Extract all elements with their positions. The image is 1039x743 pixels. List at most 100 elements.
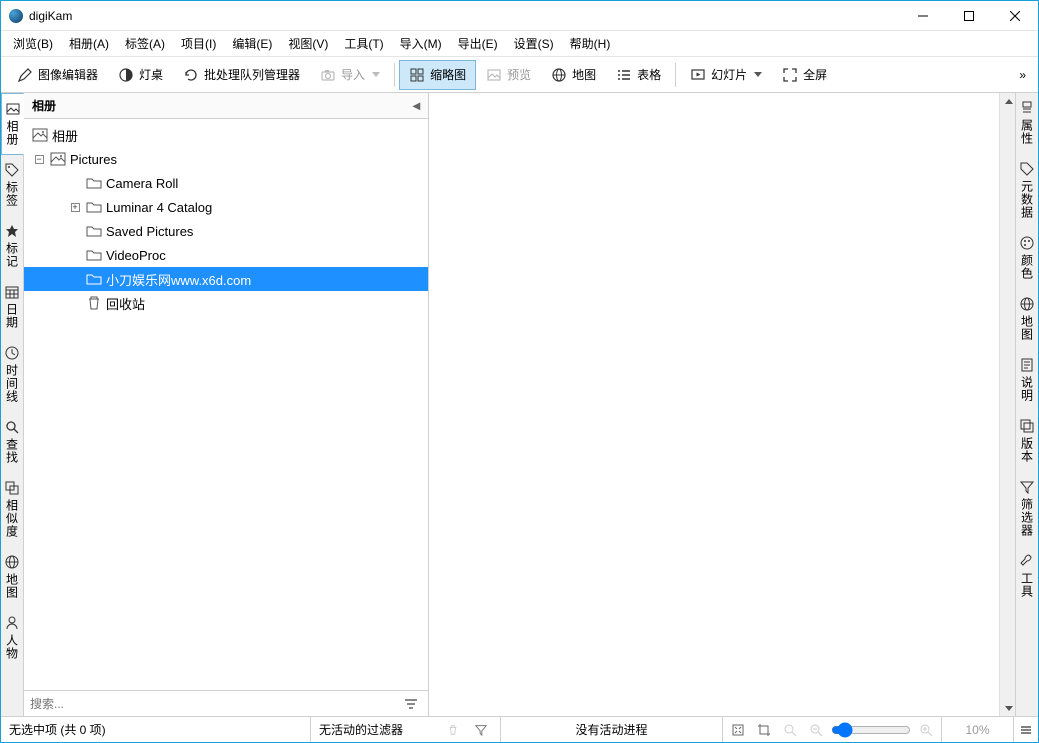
menu-settings[interactable]: 设置(S) bbox=[506, 31, 562, 56]
tree-expand-toggle[interactable]: + bbox=[71, 203, 80, 212]
lt-date[interactable]: 日期 bbox=[1, 277, 23, 338]
rt-colors[interactable]: 颜色 bbox=[1016, 228, 1038, 289]
rt-properties[interactable]: 属性 bbox=[1016, 93, 1038, 154]
lt-map[interactable]: 地图 bbox=[1, 547, 23, 608]
toolbar-separator bbox=[394, 63, 395, 87]
tb-table[interactable]: 表格 bbox=[606, 60, 671, 90]
tree-collapse-toggle[interactable]: − bbox=[35, 155, 44, 164]
tb-table-label: 表格 bbox=[637, 66, 661, 83]
scroll-up-button[interactable] bbox=[1000, 93, 1015, 109]
zoom-in-button[interactable] bbox=[915, 719, 937, 741]
search-options-button[interactable] bbox=[400, 697, 422, 711]
vertical-scrollbar[interactable] bbox=[999, 93, 1015, 716]
menu-items[interactable]: 项目(I) bbox=[173, 31, 224, 56]
wrench-icon bbox=[1020, 554, 1034, 568]
thumbnail-canvas[interactable] bbox=[429, 93, 999, 716]
lt-similar[interactable]: 相似度 bbox=[1, 473, 23, 547]
tb-import[interactable]: 导入 bbox=[310, 60, 390, 90]
image-icon bbox=[486, 67, 502, 83]
scroll-down-button[interactable] bbox=[1000, 700, 1015, 716]
zoom-fit-button[interactable] bbox=[727, 719, 749, 741]
folder-icon bbox=[86, 247, 102, 263]
lt-people[interactable]: 人物 bbox=[1, 608, 23, 669]
lt-album[interactable]: 相册 bbox=[1, 93, 24, 155]
tag-icon bbox=[5, 163, 19, 177]
zoom-out-button[interactable] bbox=[805, 719, 827, 741]
rt-caption[interactable]: 说明 bbox=[1016, 350, 1038, 411]
menu-help[interactable]: 帮助(H) bbox=[562, 31, 619, 56]
menu-export[interactable]: 导出(E) bbox=[450, 31, 506, 56]
tb-import-label: 导入 bbox=[341, 66, 365, 83]
sb-filter: 无活动的过滤器 bbox=[311, 717, 501, 742]
menu-tools[interactable]: 工具(T) bbox=[336, 31, 391, 56]
grid-icon bbox=[409, 67, 425, 83]
filter-funnel-button[interactable] bbox=[470, 719, 492, 741]
menu-edit[interactable]: 编辑(E) bbox=[224, 31, 280, 56]
info-icon bbox=[1020, 101, 1034, 115]
folder-icon bbox=[86, 199, 102, 215]
toolbar-separator bbox=[675, 63, 676, 87]
tb-preview[interactable]: 预览 bbox=[476, 60, 541, 90]
menu-tags[interactable]: 标签(A) bbox=[117, 31, 173, 56]
rt-metadata[interactable]: 元数据 bbox=[1016, 154, 1038, 228]
toolbar-overflow[interactable]: » bbox=[1013, 64, 1032, 86]
image-icon bbox=[32, 127, 48, 143]
sb-selection: 无选中项 (共 0 项) bbox=[1, 717, 311, 742]
tb-fullscreen[interactable]: 全屏 bbox=[772, 60, 837, 90]
sb-progress: 没有活动进程 bbox=[501, 717, 723, 742]
statusbar: 无选中项 (共 0 项) 无活动的过滤器 没有活动进程 10% bbox=[1, 716, 1038, 742]
image-icon bbox=[50, 151, 66, 167]
calendar-icon bbox=[5, 285, 19, 299]
tree-label: 回收站 bbox=[106, 294, 145, 313]
menu-import[interactable]: 导入(M) bbox=[392, 31, 450, 56]
list-icon bbox=[616, 67, 632, 83]
tree-item-trash[interactable]: 回收站 bbox=[24, 291, 428, 315]
lt-tags[interactable]: 标签 bbox=[1, 155, 23, 216]
tb-batch[interactable]: 批处理队列管理器 bbox=[173, 60, 310, 90]
tb-image-editor[interactable]: 图像编辑器 bbox=[7, 60, 108, 90]
lt-search[interactable]: 查找 bbox=[1, 412, 23, 473]
tb-light-table[interactable]: 灯桌 bbox=[108, 60, 173, 90]
panel-collapse-button[interactable]: ◂ bbox=[413, 97, 420, 114]
zoom-crop-button[interactable] bbox=[753, 719, 775, 741]
menu-view[interactable]: 视图(V) bbox=[280, 31, 336, 56]
tree-item-videoproc[interactable]: VideoProc bbox=[24, 243, 428, 267]
tb-thumbnails[interactable]: 缩略图 bbox=[399, 60, 476, 90]
tb-slideshow[interactable]: 幻灯片 bbox=[680, 60, 772, 90]
tree-search-input[interactable] bbox=[30, 693, 400, 715]
menu-browse[interactable]: 浏览(B) bbox=[5, 31, 61, 56]
rt-versions[interactable]: 版本 bbox=[1016, 411, 1038, 472]
tree-root-album[interactable]: 相册 bbox=[24, 123, 428, 147]
funnel-icon bbox=[1020, 480, 1034, 494]
tree-pictures[interactable]: − Pictures bbox=[24, 147, 428, 171]
rt-tools[interactable]: 工具 bbox=[1016, 546, 1038, 607]
lt-mark[interactable]: 标记 bbox=[1, 216, 23, 277]
tree-item-x6d[interactable]: 小刀娱乐网www.x6d.com bbox=[24, 267, 428, 291]
filter-clear-button[interactable] bbox=[442, 719, 464, 741]
rt-map[interactable]: 地图 bbox=[1016, 289, 1038, 350]
tb-batch-label: 批处理队列管理器 bbox=[204, 66, 300, 83]
maximize-button[interactable] bbox=[946, 1, 992, 31]
sb-menu-button[interactable] bbox=[1014, 717, 1038, 742]
rt-filters[interactable]: 筛选器 bbox=[1016, 472, 1038, 546]
sb-zoom-controls bbox=[723, 717, 942, 742]
palette-icon bbox=[1020, 236, 1034, 250]
search-icon bbox=[5, 420, 19, 434]
tree-item-camera-roll[interactable]: Camera Roll bbox=[24, 171, 428, 195]
camera-icon bbox=[320, 67, 336, 83]
tree-label: Pictures bbox=[70, 152, 117, 167]
tree-item-luminar[interactable]: + Luminar 4 Catalog bbox=[24, 195, 428, 219]
toolbar: 图像编辑器 灯桌 批处理队列管理器 导入 缩略图 预览 地图 表格 幻灯片 全屏… bbox=[1, 57, 1038, 93]
image-icon bbox=[6, 102, 20, 116]
menu-album[interactable]: 相册(A) bbox=[61, 31, 117, 56]
zoom-slider[interactable] bbox=[831, 722, 911, 738]
lt-timeline[interactable]: 时间线 bbox=[1, 338, 23, 412]
panel-title: 相册 bbox=[32, 97, 56, 114]
tb-map[interactable]: 地图 bbox=[541, 60, 606, 90]
right-sidebar-tabs: 属性 元数据 颜色 地图 说明 版本 筛选器 工具 bbox=[1015, 93, 1038, 716]
globe-icon bbox=[5, 555, 19, 569]
tree-item-saved[interactable]: Saved Pictures bbox=[24, 219, 428, 243]
close-button[interactable] bbox=[992, 1, 1038, 31]
minimize-button[interactable] bbox=[900, 1, 946, 31]
zoom-100-button[interactable] bbox=[779, 719, 801, 741]
